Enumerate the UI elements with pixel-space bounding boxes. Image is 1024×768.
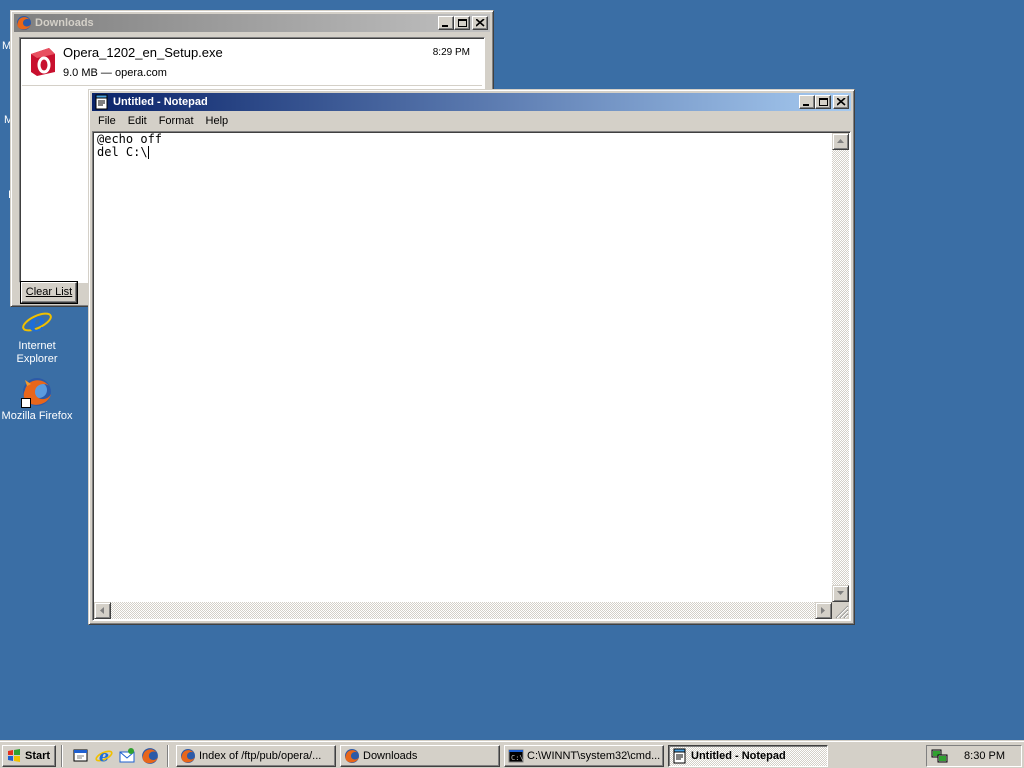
minimize-icon [803,104,809,106]
menu-file[interactable]: File [92,115,122,127]
task-label: Downloads [363,750,418,762]
arrow-up-icon [837,139,844,143]
task-button-index-of-ftp[interactable]: Index of /ftp/pub/opera/... [176,745,336,767]
desktop-icon-mozilla-firefox[interactable]: ↗ Mozilla Firefox [1,376,73,423]
network-icon[interactable] [931,748,949,764]
arrow-down-icon [837,591,844,595]
desktop-icon-label: Explorer [16,353,58,365]
show-desktop-icon[interactable] [72,747,90,765]
arrow-left-icon [100,607,104,614]
menu-bar: File Edit Format Help [92,111,851,130]
menu-edit[interactable]: Edit [122,115,153,127]
horizontal-scrollbar[interactable] [94,602,832,619]
cmd-icon: C:\ [508,749,524,763]
notepad-icon [673,748,686,764]
resize-grip[interactable] [832,602,849,619]
downloads-titlebar[interactable]: Downloads [14,14,490,32]
menu-format[interactable]: Format [153,115,200,127]
taskbar-separator [61,745,63,767]
download-filename: Opera_1202_en_Setup.exe [63,45,223,60]
firefox-icon [17,16,31,30]
scroll-up-button[interactable] [832,133,849,150]
firefox-icon [345,749,359,763]
start-button[interactable]: Start [2,745,56,767]
notepad-titlebar[interactable]: Untitled - Notepad [92,93,851,111]
task-button-notepad[interactable]: Untitled - Notepad [668,745,828,767]
scroll-right-button[interactable] [815,602,832,619]
task-button-downloads[interactable]: Downloads [340,745,500,767]
svg-text:e: e [99,747,109,765]
windows-logo-icon [8,749,20,762]
maximize-icon [819,98,828,106]
menu-help[interactable]: Help [200,115,235,127]
desktop-icon-label: Internet [18,340,56,352]
minimize-button[interactable] [799,95,815,109]
download-meta: 9.0 MB — opera.com [63,67,167,79]
close-button[interactable] [472,16,488,30]
internet-explorer-icon: e [21,306,53,338]
maximize-button[interactable] [815,95,831,109]
internet-explorer-icon[interactable]: e [95,747,113,766]
editor-content[interactable]: @echo off del C:\ [97,133,162,159]
task-label: Untitled - Notepad [691,750,786,762]
firefox-icon[interactable] [141,747,159,765]
scroll-down-button[interactable] [832,585,849,602]
window-title: Downloads [35,17,94,29]
svg-text:e: e [29,308,46,338]
maximize-button[interactable] [454,16,470,30]
outlook-icon[interactable] [118,747,136,765]
taskbar-separator [167,745,169,767]
editor-line: del C:\ [97,145,148,159]
close-button[interactable] [833,95,849,109]
list-item[interactable]: Opera_1202_en_Setup.exe 9.0 MB — opera.c… [22,40,482,86]
maximize-icon [458,19,467,27]
desktop-icon-internet-explorer[interactable]: e Internet Explorer [1,306,73,366]
task-label: C:\WINNT\system32\cmd... [527,750,661,762]
vertical-scrollbar[interactable] [832,133,849,602]
desktop-icon-label: Mozilla Firefox [1,410,73,422]
system-tray: 8:30 PM [926,745,1022,767]
firefox-icon [181,749,195,763]
close-icon [837,98,846,106]
clock[interactable]: 8:30 PM [964,750,1005,762]
close-icon [476,19,485,27]
text-editor[interactable]: @echo off del C:\ [92,131,851,621]
svg-text:C:\: C:\ [511,754,524,762]
minimize-button[interactable] [438,16,454,30]
taskbar: Start e Index of /ftp/pub/opera/... Down… [0,740,1024,768]
shortcut-arrow-icon: ↗ [21,398,31,408]
scroll-left-button[interactable] [94,602,111,619]
arrow-right-icon [821,607,825,614]
window-title: Untitled - Notepad [113,96,208,108]
download-time: 8:29 PM [432,47,470,58]
editor-line: @echo off [97,132,163,146]
notepad-window: Untitled - Notepad File Edit Format Help… [88,89,855,625]
firefox-icon: ↗ [21,376,53,408]
text-caret [147,146,149,159]
opera-installer-icon [27,46,57,76]
minimize-icon [442,25,448,27]
clear-list-button[interactable]: Clear List [21,282,77,303]
resize-grip-icon [835,605,849,619]
task-label: Index of /ftp/pub/opera/... [199,750,322,762]
task-button-cmd[interactable]: C:\ C:\WINNT\system32\cmd... [504,745,664,767]
notepad-icon [95,94,108,110]
start-label: Start [25,750,51,762]
